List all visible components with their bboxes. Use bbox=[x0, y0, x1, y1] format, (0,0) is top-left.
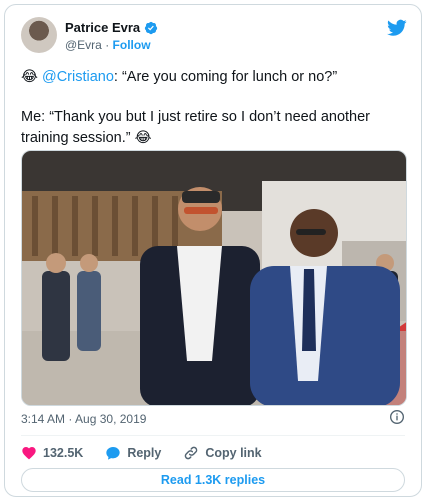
tweet-timestamp[interactable]: 3:14 AM · Aug 30, 2019 bbox=[21, 412, 146, 426]
author-name[interactable]: Patrice Evra bbox=[65, 20, 140, 35]
copy-link-label: Copy link bbox=[205, 446, 262, 460]
author-name-line: Patrice Evra bbox=[65, 20, 158, 35]
reply-button[interactable]: Reply bbox=[105, 445, 161, 461]
separator-dot: · bbox=[105, 38, 110, 52]
laughing-emoji: 😂 bbox=[21, 69, 38, 85]
avatar[interactable] bbox=[21, 17, 57, 53]
tweet-header: Patrice Evra @Evra · Follow bbox=[21, 17, 407, 57]
tweet-text-quote-2: Me: “Thank you but I just retire so I do… bbox=[21, 109, 370, 146]
tweet-card: Patrice Evra @Evra · Follow 😂 @Cristiano… bbox=[4, 4, 422, 497]
mention-link[interactable]: @Cristiano bbox=[42, 69, 114, 85]
laughing-emoji: 😂 bbox=[134, 130, 152, 146]
copy-link-button[interactable]: Copy link bbox=[183, 445, 262, 461]
verified-badge-icon bbox=[145, 21, 158, 34]
reply-label: Reply bbox=[127, 446, 162, 460]
like-count: 132.5K bbox=[43, 446, 84, 460]
link-icon bbox=[185, 446, 198, 460]
follow-button[interactable]: Follow bbox=[113, 38, 151, 52]
author-handle[interactable]: @Evra bbox=[65, 38, 102, 52]
tweet-actions: 132.5K Reply Copy link bbox=[21, 443, 284, 463]
tweet-text-line-1: 😂 @Cristiano: “Are you coming for lunch … bbox=[21, 67, 405, 88]
tweet-text-line-2: Me: “Thank you but I just retire so I do… bbox=[21, 107, 405, 149]
divider bbox=[21, 435, 405, 436]
heart-icon bbox=[22, 447, 36, 460]
photo-illustration bbox=[22, 151, 406, 405]
like-button[interactable]: 132.5K bbox=[21, 445, 83, 461]
tweet-text-quote-1: : “Are you coming for lunch or no?” bbox=[113, 69, 338, 85]
reply-bubble-icon bbox=[106, 447, 120, 460]
info-icon[interactable] bbox=[389, 409, 405, 425]
tweet-photo[interactable] bbox=[21, 150, 407, 406]
twitter-bird-icon[interactable] bbox=[387, 19, 407, 37]
author-handle-line: @Evra · Follow bbox=[65, 38, 151, 52]
read-replies-button[interactable]: Read 1.3K replies bbox=[21, 468, 405, 492]
